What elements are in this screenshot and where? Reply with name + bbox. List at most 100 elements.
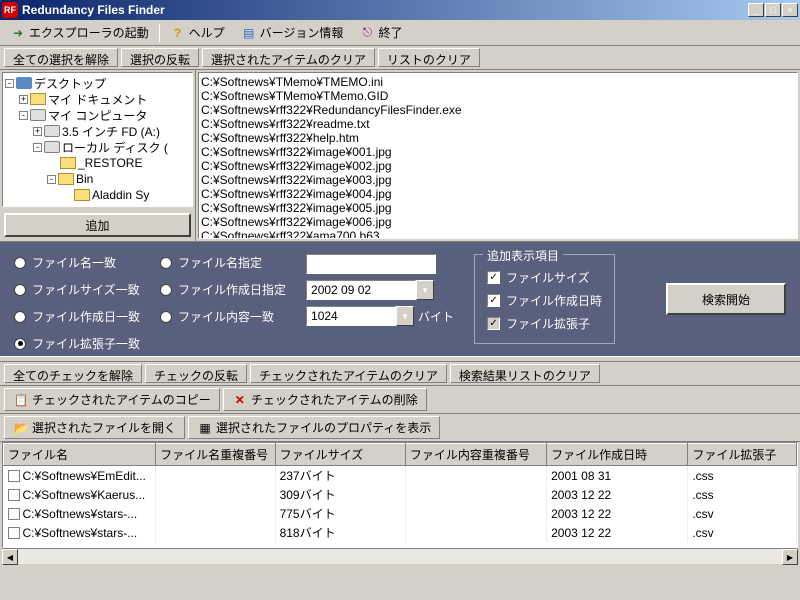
expand-icon[interactable]: + (19, 95, 28, 104)
titlebar: RF Redundancy Files Finder _ □ × (0, 0, 800, 20)
open-selected-button[interactable]: 📂 選択されたファイルを開く (4, 416, 185, 439)
radio-fileext-match[interactable]: ファイル拡張子一致 (14, 335, 140, 352)
expand-icon[interactable]: - (19, 111, 28, 120)
delete-icon: ✕ (232, 392, 248, 408)
results-toolbar-3: 📂 選択されたファイルを開く ▦ 選択されたファイルのプロパティを表示 (0, 414, 800, 442)
add-button[interactable]: 追加 (4, 213, 191, 237)
results-toolbar-2: 📋 チェックされたアイテムのコピー ✕ チェックされたアイテムの削除 (0, 386, 800, 414)
expand-icon[interactable]: - (47, 175, 56, 184)
minimize-button[interactable]: _ (748, 3, 764, 17)
clear-checked-button[interactable]: チェックされたアイテムのクリア (250, 364, 447, 383)
close-button[interactable]: × (782, 3, 798, 17)
properties-icon: ▦ (197, 420, 213, 436)
info-icon: ▤ (241, 25, 257, 41)
results-toolbar-1: 全てのチェックを解除 チェックの反転 チェックされたアイテムのクリア 検索結果リ… (0, 362, 800, 386)
maximize-button[interactable]: □ (765, 3, 781, 17)
separator (159, 24, 160, 42)
expand-icon[interactable]: - (33, 143, 42, 152)
row-checkbox[interactable] (8, 470, 20, 482)
radio-filename-match[interactable]: ファイル名一致 (14, 254, 140, 271)
folder-icon (58, 173, 74, 185)
list-item[interactable]: C:¥Softnews¥TMemo¥TMemo.GID (201, 89, 795, 103)
col-dup-content-no[interactable]: ファイル内容重複番号 (405, 444, 546, 466)
search-criteria-panel: ファイル名一致 ファイルサイズ一致 ファイル作成日一致 ファイル拡張子一致 ファ… (0, 242, 800, 356)
scroll-track[interactable] (18, 549, 782, 564)
clear-results-button[interactable]: 検索結果リストのクリア (450, 364, 600, 383)
check-filesize[interactable]: ✓ファイルサイズ (487, 269, 602, 286)
delete-checked-button[interactable]: ✕ チェックされたアイテムの削除 (223, 388, 427, 411)
window-title: Redundancy Files Finder (22, 3, 748, 17)
check-fileext[interactable]: ✓ファイル拡張子 (487, 315, 602, 332)
results-table[interactable]: ファイル名 ファイル名重複番号 ファイルサイズ ファイル内容重複番号 ファイル作… (3, 443, 797, 542)
list-item[interactable]: C:¥Softnews¥TMemo¥TMEMO.ini (201, 75, 795, 89)
version-button[interactable]: ▤ バージョン情報 (235, 22, 350, 43)
col-filedate[interactable]: ファイル作成日時 (547, 444, 688, 466)
horizontal-scrollbar[interactable]: ◀ ▶ (2, 548, 798, 564)
folder-icon (60, 157, 76, 169)
date-dropdown-button[interactable]: ▼ (416, 280, 434, 300)
selection-toolbar: 全ての選択を解除 選択の反転 選択されたアイテムのクリア リストのクリア (0, 46, 800, 70)
check-filedate[interactable]: ✓ファイル作成日時 (487, 292, 602, 309)
clear-selected-button[interactable]: 選択されたアイテムのクリア (202, 48, 375, 67)
size-input[interactable] (306, 306, 396, 326)
date-input[interactable] (306, 280, 416, 300)
floppy-icon (44, 125, 60, 137)
list-item[interactable]: C:¥Softnews¥rff322¥image¥006.jpg (201, 215, 795, 229)
help-button[interactable]: ? ヘルプ (164, 22, 231, 43)
explorer-button[interactable]: ➜ エクスプローラの起動 (4, 22, 155, 43)
col-filename[interactable]: ファイル名 (4, 444, 156, 466)
display-options-group: 追加表示項目 ✓ファイルサイズ ✓ファイル作成日時 ✓ファイル拡張子 (474, 254, 615, 344)
results-table-wrap: ファイル名 ファイル名重複番号 ファイルサイズ ファイル内容重複番号 ファイル作… (2, 442, 798, 548)
expand-icon[interactable]: - (5, 79, 14, 88)
row-checkbox[interactable] (8, 527, 20, 539)
radio-filedate-spec[interactable]: ファイル作成日指定 (160, 281, 286, 298)
list-item[interactable]: C:¥Softnews¥rff322¥image¥004.jpg (201, 187, 795, 201)
drive-icon (44, 141, 60, 153)
uncheck-all-button[interactable]: 全てのチェックを解除 (4, 364, 142, 383)
copy-checked-button[interactable]: 📋 チェックされたアイテムのコピー (4, 388, 220, 411)
deselect-all-button[interactable]: 全ての選択を解除 (4, 48, 118, 67)
folder-tree[interactable]: -デスクトップ +マイ ドキュメント -マイ コンピュータ +3.5 インチ F… (2, 72, 193, 207)
list-item[interactable]: C:¥Softnews¥rff322¥image¥001.jpg (201, 145, 795, 159)
radio-content-match[interactable]: ファイル内容一致 (160, 308, 286, 325)
search-button[interactable]: 検索開始 (666, 283, 786, 315)
row-checkbox[interactable] (8, 508, 20, 520)
clear-list-button[interactable]: リストのクリア (378, 48, 480, 67)
file-list[interactable]: C:¥Softnews¥TMemo¥TMEMO.iniC:¥Softnews¥T… (198, 72, 798, 239)
list-item[interactable]: C:¥Softnews¥rff322¥image¥003.jpg (201, 173, 795, 187)
exit-button[interactable]: ⎋ 終了 (353, 22, 408, 43)
radio-filedate-match[interactable]: ファイル作成日一致 (14, 308, 140, 325)
exit-icon: ⎋ (359, 25, 375, 41)
row-checkbox[interactable] (8, 489, 20, 501)
radio-filesize-match[interactable]: ファイルサイズ一致 (14, 281, 140, 298)
scroll-right-button[interactable]: ▶ (782, 549, 798, 565)
properties-button[interactable]: ▦ 選択されたファイルのプロパティを表示 (188, 416, 440, 439)
col-fileext[interactable]: ファイル拡張子 (688, 444, 797, 466)
list-item[interactable]: C:¥Softnews¥rff322¥readme.txt (201, 117, 795, 131)
expand-icon[interactable]: + (33, 127, 42, 136)
table-row[interactable]: C:¥Softnews¥Kaerus...309バイト2003 12 22.cs… (4, 485, 797, 504)
radio-filename-spec[interactable]: ファイル名指定 (160, 254, 286, 271)
table-row[interactable]: C:¥Softnews¥EmEdit...237バイト2001 08 31.cs… (4, 466, 797, 486)
app-icon: RF (2, 2, 18, 18)
table-row[interactable]: C:¥Softnews¥stars-...818バイト2003 12 22.cs… (4, 523, 797, 542)
invert-check-button[interactable]: チェックの反転 (145, 364, 247, 383)
list-item[interactable]: C:¥Softnews¥rff322¥help.htm (201, 131, 795, 145)
open-icon: 📂 (13, 420, 29, 436)
desktop-icon (16, 77, 32, 89)
filename-input[interactable] (306, 254, 436, 274)
scroll-left-button[interactable]: ◀ (2, 549, 18, 565)
list-item[interactable]: C:¥Softnews¥rff322¥RedundancyFilesFinder… (201, 103, 795, 117)
list-item[interactable]: C:¥Softnews¥rff322¥image¥002.jpg (201, 159, 795, 173)
folder-icon (30, 93, 46, 105)
group-title: 追加表示項目 (483, 247, 563, 264)
col-filesize[interactable]: ファイルサイズ (275, 444, 405, 466)
main-toolbar: ➜ エクスプローラの起動 ? ヘルプ ▤ バージョン情報 ⎋ 終了 (0, 20, 800, 46)
computer-icon (30, 109, 46, 121)
list-item[interactable]: C:¥Softnews¥rff322¥image¥005.jpg (201, 201, 795, 215)
table-row[interactable]: C:¥Softnews¥stars-...775バイト2003 12 22.cs… (4, 504, 797, 523)
invert-selection-button[interactable]: 選択の反転 (121, 48, 199, 67)
col-dup-name-no[interactable]: ファイル名重複番号 (156, 444, 275, 466)
size-dropdown-button[interactable]: ▼ (396, 306, 414, 326)
list-item[interactable]: C:¥Softnews¥rff322¥ama700.b63 (201, 229, 795, 239)
